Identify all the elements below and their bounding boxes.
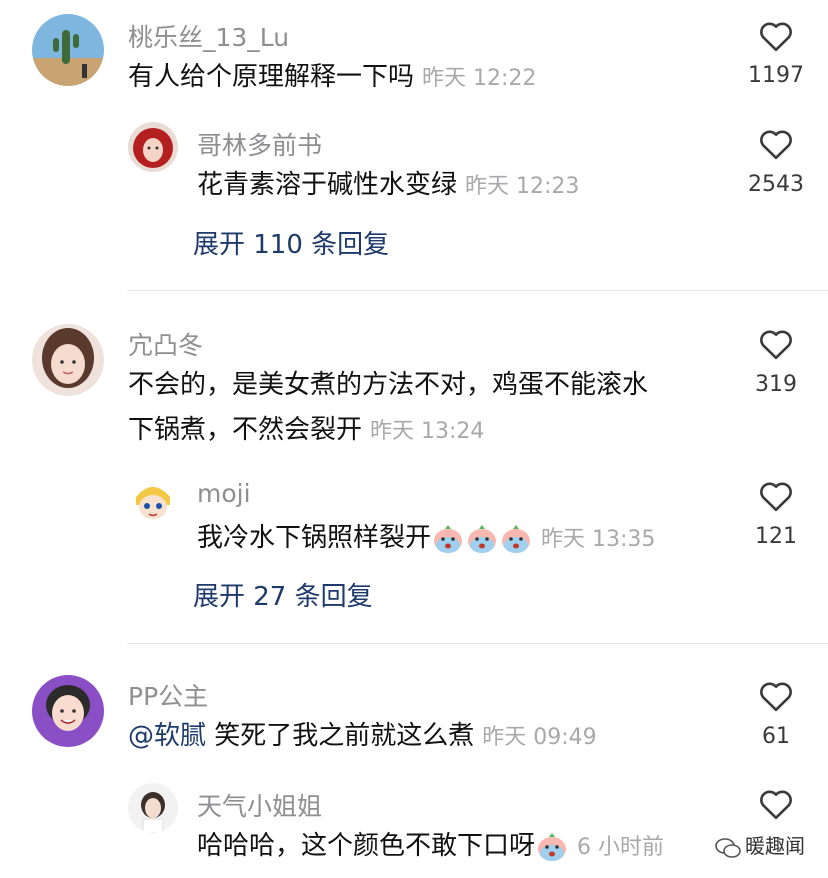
comment-username[interactable]: 桃乐丝_13_Lu bbox=[128, 18, 289, 54]
crying-peach-emoji bbox=[432, 524, 464, 554]
like-count: 1197 bbox=[748, 63, 804, 88]
reply-username[interactable]: 哥林多前书 bbox=[197, 126, 322, 162]
heart-outline-icon[interactable] bbox=[758, 128, 794, 160]
comment-time: 昨天 12:22 bbox=[422, 66, 537, 91]
reply-text: 哈哈哈，这个颜色不敢下口呀 6 小时前 bbox=[197, 824, 664, 870]
heart-outline-icon[interactable] bbox=[758, 680, 794, 712]
divider bbox=[127, 643, 828, 644]
reply-time: 昨天 13:35 bbox=[541, 527, 656, 552]
reply-body: 哈哈哈，这个颜色不敢下口呀 bbox=[197, 831, 536, 861]
comment-body: 有人给个原理解释一下吗 bbox=[128, 62, 415, 92]
comment-body: 下锅煮，不然会裂开 bbox=[128, 415, 363, 445]
comment-body: 笑死了我之前就这么煮 bbox=[206, 721, 475, 751]
avatar[interactable] bbox=[128, 475, 178, 525]
expand-replies-link[interactable]: 展开 27 条回复 bbox=[193, 576, 373, 613]
avatar[interactable] bbox=[128, 783, 178, 833]
like-count: 61 bbox=[762, 724, 790, 749]
comment-username[interactable]: 宂凸冬 bbox=[128, 326, 203, 362]
watermark: 暖趣闻 bbox=[715, 830, 805, 859]
avatar[interactable] bbox=[32, 675, 104, 747]
crying-peach-emoji bbox=[500, 524, 532, 554]
heart-outline-icon[interactable] bbox=[758, 328, 794, 360]
like-count: 121 bbox=[755, 524, 797, 549]
heart-outline-icon[interactable] bbox=[758, 788, 794, 820]
comment-text: 有人给个原理解释一下吗 昨天 12:22 bbox=[128, 55, 536, 101]
watermark-text: 暖趣闻 bbox=[745, 834, 805, 858]
mention-link[interactable]: @软腻 bbox=[128, 721, 206, 751]
divider bbox=[127, 290, 828, 291]
wechat-logo-icon bbox=[715, 837, 741, 859]
reply-username[interactable]: moji bbox=[197, 479, 251, 508]
reply-username[interactable]: 天气小姐姐 bbox=[197, 787, 322, 823]
like-count: 319 bbox=[755, 372, 797, 397]
expand-replies-link[interactable]: 展开 110 条回复 bbox=[193, 224, 389, 261]
comment-time: 昨天 09:49 bbox=[482, 725, 597, 750]
comment-text: @软腻 笑死了我之前就这么煮 昨天 09:49 bbox=[128, 714, 597, 760]
comment-text-line: 不会的，是美女煮的方法不对，鸡蛋不能滚水 bbox=[128, 370, 649, 400]
reply-body: 我冷水下锅照样裂开 bbox=[197, 523, 432, 553]
crying-peach-emoji bbox=[466, 524, 498, 554]
heart-outline-icon[interactable] bbox=[758, 480, 794, 512]
reply-time: 昨天 12:23 bbox=[465, 174, 580, 199]
like-count: 2543 bbox=[748, 172, 804, 197]
comment-time: 昨天 13:24 bbox=[370, 419, 485, 444]
reply-body: 花青素溶于碱性水变绿 bbox=[197, 170, 458, 200]
avatar[interactable] bbox=[32, 324, 104, 396]
reply-text: 我冷水下锅照样裂开 昨天 13:35 bbox=[197, 516, 655, 562]
avatar[interactable] bbox=[32, 14, 104, 86]
comment-username[interactable]: PP公主 bbox=[128, 677, 208, 713]
reply-text: 花青素溶于碱性水变绿 昨天 12:23 bbox=[197, 163, 579, 209]
reply-time: 6 小时前 bbox=[577, 835, 665, 860]
avatar[interactable] bbox=[128, 122, 178, 172]
heart-outline-icon[interactable] bbox=[758, 20, 794, 52]
crying-peach-emoji bbox=[536, 832, 568, 862]
comment-text: 下锅煮，不然会裂开 昨天 13:24 bbox=[128, 408, 484, 454]
